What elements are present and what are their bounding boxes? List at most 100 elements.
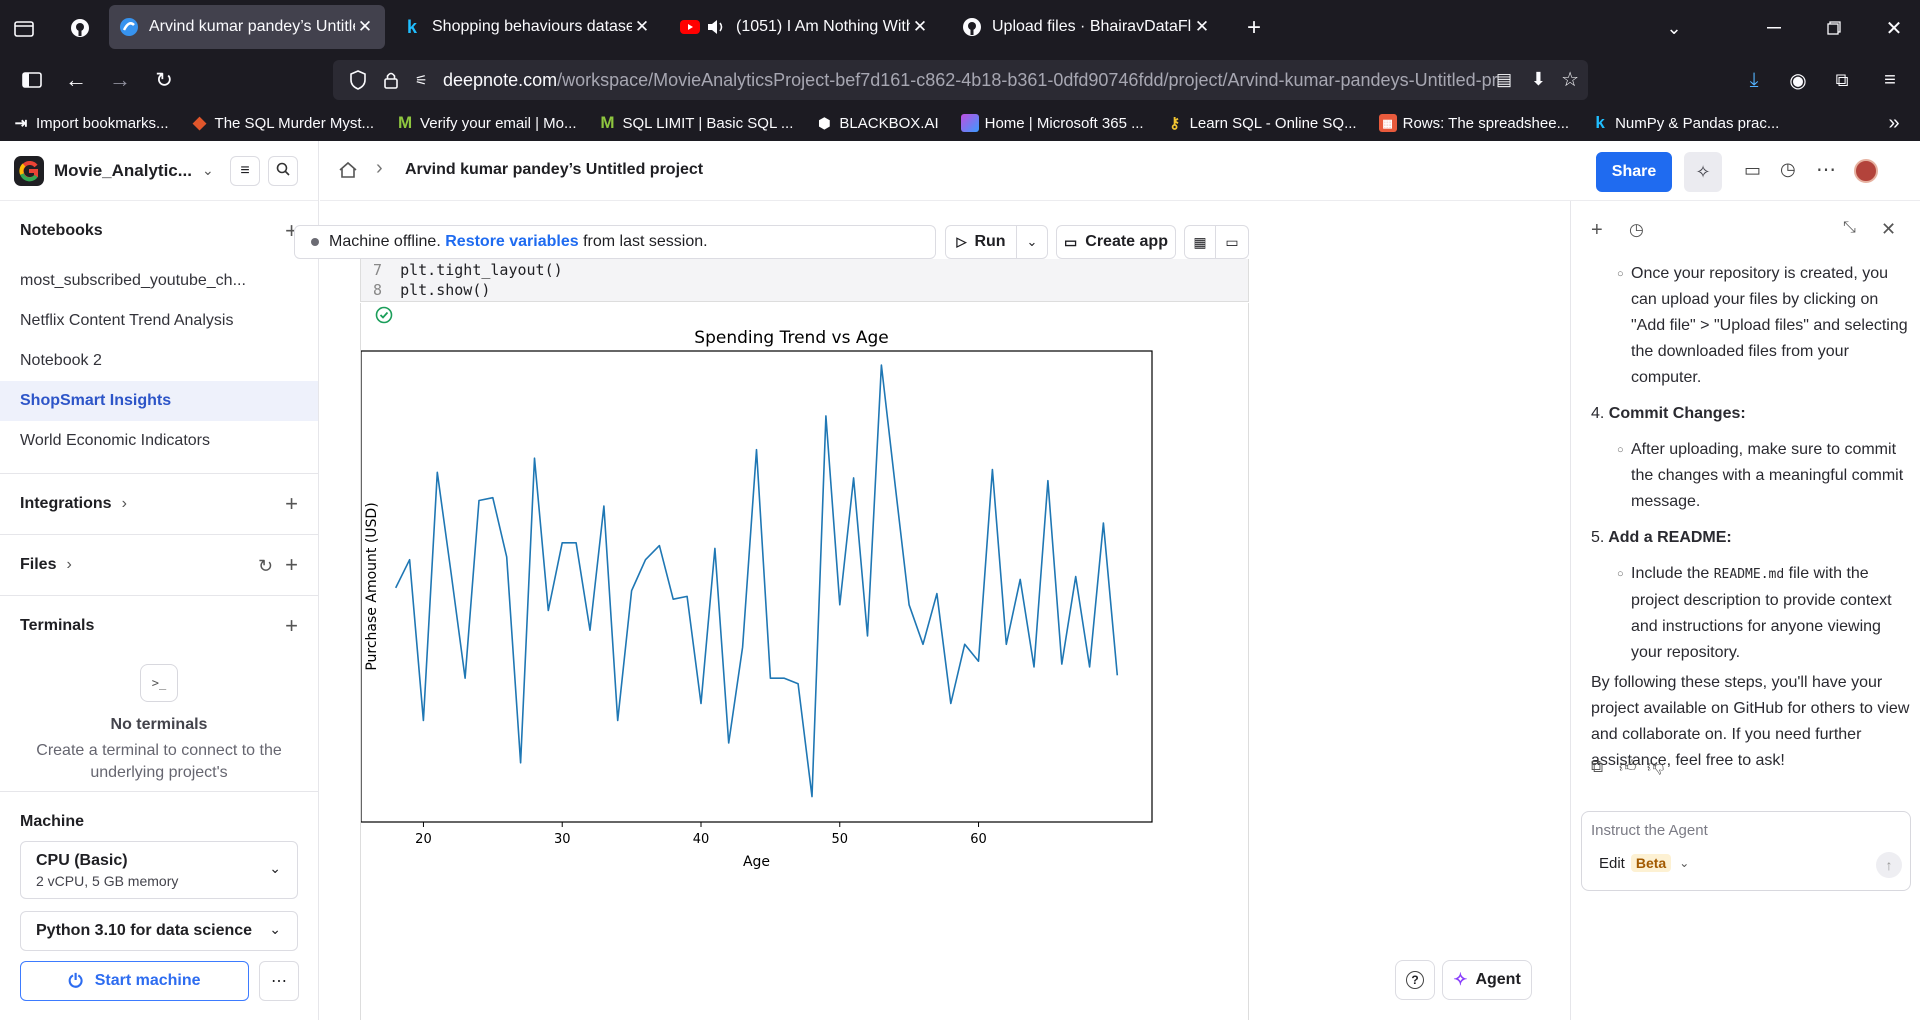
menu-icon[interactable]: ≡	[1876, 66, 1904, 94]
forward-icon[interactable]: →	[106, 66, 134, 94]
bookmark-item[interactable]: ◆ The SQL Murder Myst...	[191, 113, 374, 132]
tab-kaggle[interactable]: k Shopping behaviours dataset ✕	[392, 5, 662, 49]
notebook-item[interactable]: Netflix Content Trend Analysis	[0, 301, 318, 341]
new-tab-icon[interactable]: +	[1240, 14, 1268, 42]
shield-icon[interactable]	[349, 70, 369, 90]
agent-panel: + ◷ ⤡ ✕ ○ Once your repository is create…	[1570, 201, 1920, 1020]
search-button[interactable]	[268, 156, 298, 186]
files-header[interactable]: Files › ↻ +	[0, 535, 318, 595]
thumbs-down-icon[interactable]: 👎︎	[1647, 756, 1664, 777]
environment-select[interactable]: Python 3.10 for data science ⌄	[20, 911, 298, 951]
bookmark-item[interactable]: ⚷ Learn SQL - Online SQ...	[1166, 114, 1357, 133]
sidebar-menu-button[interactable]: ≡	[230, 156, 260, 186]
speaker-icon[interactable]	[706, 17, 726, 37]
close-icon[interactable]: ✕	[910, 17, 930, 37]
start-machine-button[interactable]: ⏻ Start machine	[20, 961, 249, 1001]
code-cell[interactable]: 7 plt.tight_layout() 8 plt.show()	[360, 259, 1249, 302]
create-app-button[interactable]: ▭ Create app	[1056, 225, 1176, 259]
url-bar[interactable]: ⚟ deepnote.com/workspace/MovieAnalyticsP…	[333, 60, 1588, 100]
collapse-icon[interactable]: ⤡	[1843, 219, 1856, 237]
permissions-icon[interactable]: ⚟	[415, 72, 433, 89]
lock-icon[interactable]	[383, 71, 401, 89]
add-integration-icon[interactable]: +	[285, 491, 298, 517]
bookmark-item[interactable]: ▦ Rows: The spreadshee...	[1378, 114, 1569, 132]
present-button[interactable]: ▭	[1215, 225, 1249, 259]
run-options-button[interactable]: ⌄	[1016, 225, 1048, 259]
chevron-down-icon[interactable]: ⌄	[202, 162, 214, 179]
history-icon[interactable]: ◷	[1629, 220, 1644, 240]
back-icon[interactable]: ←	[62, 66, 90, 94]
kaggle-icon: k	[406, 16, 417, 37]
reload-icon[interactable]: ↻	[150, 66, 178, 94]
workspace-logo-icon[interactable]	[14, 155, 44, 186]
restore-icon[interactable]	[1820, 14, 1848, 42]
tab-overview-icon[interactable]	[10, 14, 38, 42]
sidebar-toggle-icon[interactable]	[18, 66, 46, 94]
copy-icon[interactable]: ⧉	[1591, 757, 1603, 777]
bookmark-item[interactable]: ⬢ BLACKBOX.AI	[815, 114, 938, 132]
notebook-item[interactable]: Notebook 2	[0, 341, 318, 381]
more-icon[interactable]: ⋯	[1816, 157, 1836, 182]
workspace-name[interactable]: Movie_Analytic...	[54, 161, 192, 181]
bookmark-item[interactable]: k NumPy & Pandas prac...	[1591, 113, 1779, 132]
deepnote-app: Movie_Analytic... ⌄ ≡ Notebooks + most_s…	[0, 141, 1920, 1020]
mode-select[interactable]: Edit Beta ⌄	[1599, 854, 1689, 872]
bookmark-item[interactable]: M Verify your email | Mo...	[396, 113, 577, 132]
restore-variables-link[interactable]: Restore variables	[445, 233, 578, 251]
extensions-icon[interactable]: ⧉	[1828, 66, 1856, 94]
bookmark-item[interactable]: M SQL LIMIT | Basic SQL ...	[599, 113, 793, 132]
list-item: ○ Once your repository is created, you c…	[1591, 261, 1913, 391]
close-icon[interactable]: ✕	[1192, 17, 1212, 37]
new-chat-icon[interactable]: +	[1591, 219, 1603, 242]
tab-deepnote[interactable]: Arvind kumar pandey’s Untitled ✕	[109, 5, 385, 49]
home-icon[interactable]	[338, 161, 358, 184]
comment-icon[interactable]: ▭	[1744, 160, 1761, 181]
agent-button[interactable]: ✧ Agent	[1442, 960, 1532, 1000]
history-icon[interactable]: ◷	[1780, 159, 1796, 180]
schedule-button[interactable]: ▦	[1184, 225, 1216, 259]
minimize-icon[interactable]	[1760, 14, 1788, 42]
thumbs-up-icon[interactable]: 👍︎	[1619, 756, 1637, 777]
save-to-pocket-icon[interactable]: ⬇	[1531, 69, 1546, 90]
notebook-item[interactable]: World Economic Indicators	[0, 421, 318, 461]
reader-view-icon[interactable]: ▤	[1496, 70, 1512, 90]
bookmark-item[interactable]: ⇥ Import bookmarks...	[12, 114, 169, 133]
agent-input-box[interactable]: Instruct the Agent Edit Beta ⌄ ↑	[1581, 811, 1911, 891]
ai-sparkle-button[interactable]: ✧	[1684, 152, 1722, 192]
downloads-icon[interactable]: ⤓	[1740, 66, 1768, 94]
close-icon[interactable]: ✕	[632, 17, 652, 37]
add-file-icon[interactable]: +	[285, 552, 298, 577]
machine-type-select[interactable]: CPU (Basic) 2 vCPU, 5 GB memory ⌄	[20, 841, 298, 899]
more-bookmarks-icon[interactable]: »	[1880, 109, 1908, 137]
help-button[interactable]: ?	[1395, 960, 1435, 1000]
avatar[interactable]	[1854, 159, 1878, 183]
window-close-icon[interactable]: ✕	[1880, 14, 1908, 42]
refresh-icon[interactable]: ↻	[258, 556, 273, 576]
arrow-up-icon: ↑	[1885, 857, 1893, 873]
tab-list-chevron-icon[interactable]: ⌄	[1660, 14, 1688, 42]
agent-input[interactable]: Instruct the Agent	[1591, 822, 1708, 839]
breadcrumb-project[interactable]: Arvind kumar pandey’s Untitled project	[405, 161, 703, 179]
tab-github[interactable]: Upload files · BhairavDataFlow/S ✕	[952, 5, 1222, 49]
integrations-header[interactable]: Integrations › +	[0, 474, 318, 534]
github-icon[interactable]	[66, 14, 94, 42]
bookmark-star-icon[interactable]: ☆	[1561, 67, 1579, 92]
run-button[interactable]: ▷ Run	[945, 225, 1017, 259]
tab-title: Upload files · BhairavDataFlow/S	[992, 18, 1192, 35]
share-button[interactable]: Share	[1596, 152, 1672, 192]
account-icon[interactable]: ◉	[1784, 66, 1812, 94]
notebook-item-selected[interactable]: ShopSmart Insights	[0, 381, 318, 421]
deepnote-icon	[119, 17, 139, 37]
line-number: 8	[373, 281, 383, 299]
send-button[interactable]: ↑	[1876, 852, 1902, 878]
close-icon[interactable]: ✕	[355, 17, 375, 37]
add-terminal-icon[interactable]: +	[285, 613, 298, 639]
machine-more-button[interactable]: ⋯	[259, 961, 299, 1001]
chart-title: Spending Trend vs Age	[694, 328, 888, 348]
no-terminals-title: No terminals	[110, 716, 208, 733]
tab-youtube[interactable]: (1051) I Am Nothing Withou ✕	[670, 5, 940, 49]
notebook-item[interactable]: most_subscribed_youtube_ch...	[0, 261, 318, 301]
readme-code: README.md	[1713, 567, 1785, 582]
close-icon[interactable]: ✕	[1881, 219, 1896, 240]
bookmark-item[interactable]: Home | Microsoft 365 ...	[960, 114, 1144, 132]
